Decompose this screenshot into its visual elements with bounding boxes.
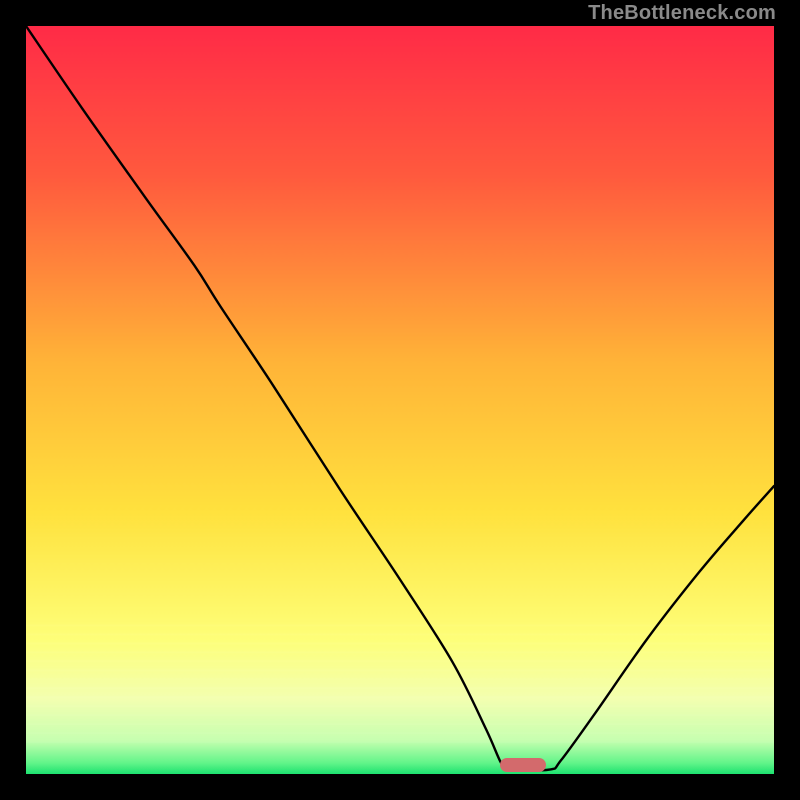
chart-container: TheBottleneck.com xyxy=(0,0,800,800)
bottleneck-curve xyxy=(26,26,774,774)
curve-path xyxy=(26,26,774,770)
watermark-text: TheBottleneck.com xyxy=(588,2,776,25)
optimal-marker xyxy=(500,758,546,772)
